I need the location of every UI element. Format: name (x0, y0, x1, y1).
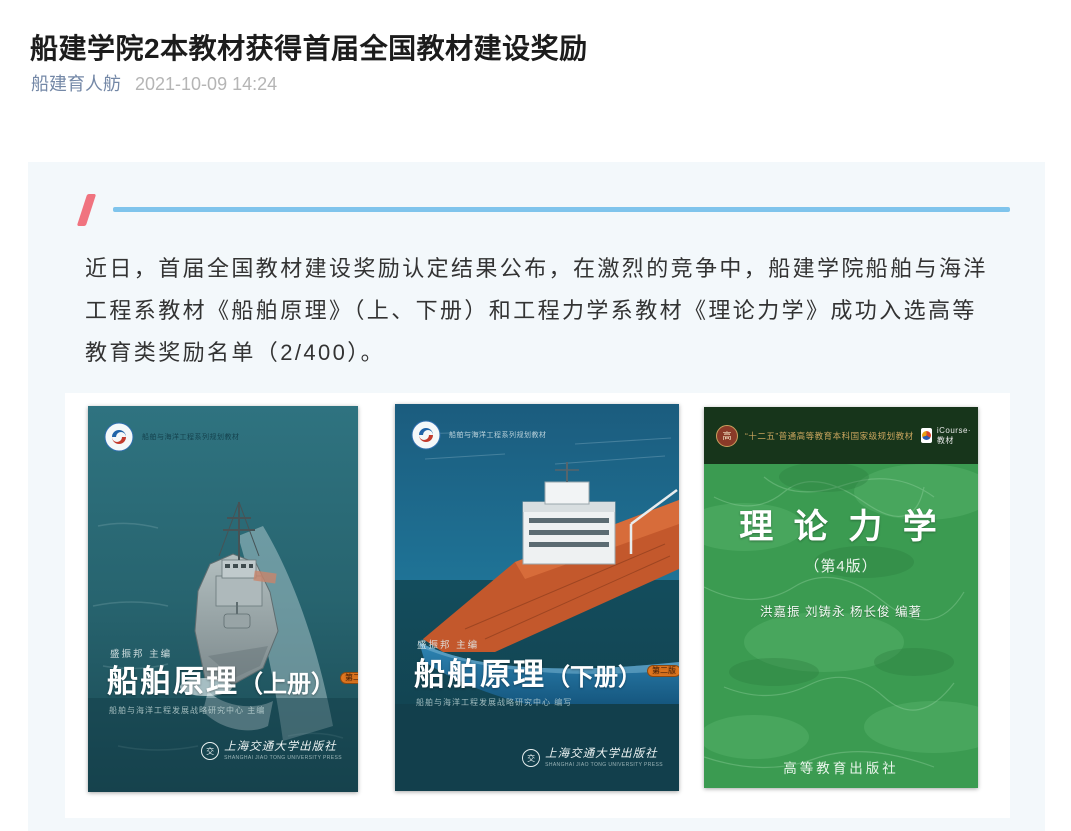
paragraph-line: 工程系教材《船舶原理》（上、下册）和工程力学系教材《理论力学》成功入选高等 (85, 290, 1005, 332)
account-name-link[interactable]: 船建育人舫 (31, 70, 121, 96)
publisher-block: 交 上海交通大学出版社 SHANGHAI JIAO TONG UNIVERSIT… (201, 742, 342, 761)
series-emblem-icon (104, 422, 134, 452)
series-row: 船舶与海洋工程系列规划教材 (411, 420, 547, 450)
publisher-block: 交 上海交通大学出版社 SHANGHAI JIAO TONG UNIVERSIT… (522, 749, 663, 768)
paragraph-line: 教育类奖励名单（2/400）。 (85, 332, 1005, 374)
cover-title-main: 船舶原理 (107, 664, 239, 699)
cover-authors: 洪嘉振 刘铸永 杨长俊 编著 (704, 601, 978, 620)
series-label: 船舶与海洋工程系列规划教材 (449, 430, 547, 440)
divider-line (113, 207, 1010, 212)
publisher-logo-icon: 交 (201, 742, 219, 760)
publisher-name-en: SHANGHAI JIAO TONG UNIVERSITY PRESS (545, 763, 663, 768)
publisher-name: 上海交通大学出版社 (224, 742, 342, 754)
slash-decoration (77, 194, 96, 226)
cover-title-main: 船舶原理 (414, 657, 546, 692)
article-paragraph: 近日，首届全国教材建设奖励认定结果公布，在激烈的竞争中，船建学院船舶与海洋 工程… (85, 248, 1005, 374)
article-page: 船建学院2本教材获得首届全国教材建设奖励 船建育人舫 2021-10-09 14… (0, 0, 1071, 831)
books-image[interactable]: 船舶与海洋工程系列规划教材 盛振邦 主编 船舶原理（上册）第二版 船舶与海洋工程… (65, 393, 1010, 818)
cover-title: 船舶原理（下册） 第二版 (414, 649, 679, 694)
paragraph-line: 近日，首届全国教材建设奖励认定结果公布，在激烈的竞争中，船建学院船舶与海洋 (85, 248, 1005, 290)
icourse-logo-icon (921, 428, 932, 443)
cover-title: 船舶原理（上册） 第二版 (107, 656, 358, 701)
publisher-logo-icon: 交 (522, 749, 540, 767)
series-band-label: “十二五”普通高等教育本科国家级规划教材 (745, 430, 914, 442)
book-cover-theoretical-mechanics: 高 “十二五”普通高等教育本科国家级规划教材 iCourse·教材 理 论 力 … (704, 407, 978, 788)
book-cover-ship-principles-vol2: 船舶与海洋工程系列规划教材 盛振邦 主编 船舶原理（下册）第二版 船舶与海洋工程… (395, 404, 679, 791)
icourse-label: iCourse·教材 (937, 426, 975, 446)
tanker-photo-illustration (395, 404, 679, 791)
edition-badge: 第二版 (647, 665, 679, 677)
cover-title: 理 论 力 学 (704, 499, 978, 548)
publisher-name: 上海交通大学出版社 (545, 749, 663, 761)
book-cover-ship-principles-vol1: 船舶与海洋工程系列规划教材 盛振邦 主编 船舶原理（上册）第二版 船舶与海洋工程… (88, 406, 358, 792)
cover-edition: （第4版） (704, 555, 978, 576)
content-card: 近日，首届全国教材建设奖励认定结果公布，在激烈的竞争中，船建学院船舶与海洋 工程… (28, 162, 1045, 831)
icourse-block: iCourse·教材 (921, 426, 975, 446)
ship-photo-illustration (88, 406, 358, 792)
publisher-name: 高等教育出版社 (704, 757, 978, 777)
series-emblem-icon (411, 420, 441, 450)
green-marble-background (704, 407, 978, 788)
publish-date: 2021-10-09 14:24 (135, 74, 277, 95)
series-row: 船舶与海洋工程系列规划教材 (104, 422, 240, 452)
publisher-name-en: SHANGHAI JIAO TONG UNIVERSITY PRESS (224, 756, 342, 761)
edition-badge: 第二版 (340, 672, 358, 684)
article-meta: 船建育人舫 2021-10-09 14:24 (31, 70, 277, 96)
cover-title-volume: （上册） (239, 672, 335, 698)
cover-credit-line: 船舶与海洋工程发展战略研究中心 主编 (109, 705, 265, 716)
series-label: 船舶与海洋工程系列规划教材 (142, 432, 240, 442)
cover-top-band: 高 “十二五”普通高等教育本科国家级规划教材 iCourse·教材 (704, 407, 978, 464)
hep-logo-icon: 高 (716, 425, 738, 447)
cover-credit-line: 船舶与海洋工程发展战略研究中心 编写 (416, 697, 572, 708)
cover-title-volume: （下册） (546, 665, 642, 691)
page-title: 船建学院2本教材获得首届全国教材建设奖励 (30, 27, 1030, 67)
